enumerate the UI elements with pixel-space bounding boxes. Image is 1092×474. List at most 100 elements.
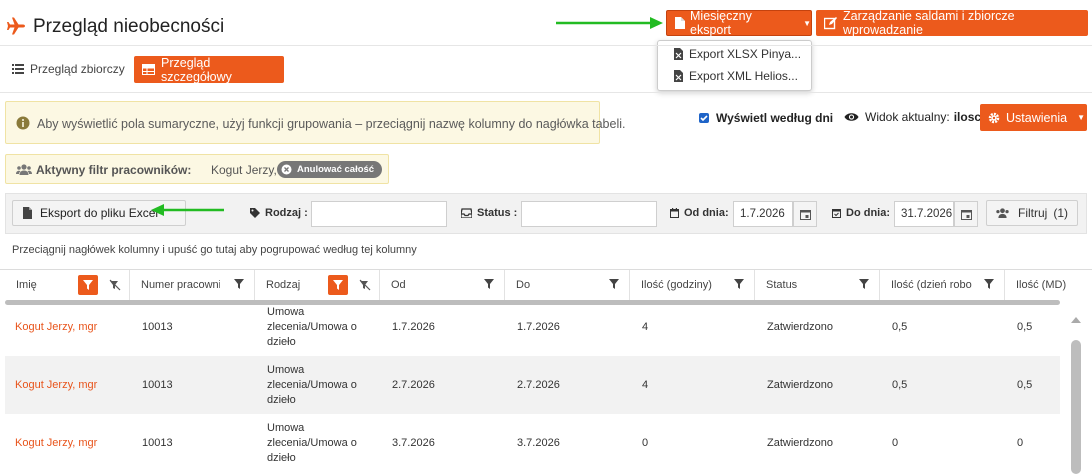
status-cell: Zatwierdzono: [767, 321, 834, 333]
filter-count: (1): [1053, 206, 1069, 220]
type-filter-label: Rodzaj :: [265, 207, 308, 219]
column-header-md[interactable]: Ilość (MD): [1005, 270, 1067, 300]
employee-name-link[interactable]: Kogut Jerzy, mgr: [15, 436, 97, 451]
to-date-cell: 1.7.2026: [517, 321, 560, 333]
column-header-label: Do: [516, 279, 531, 291]
divider: [0, 92, 1092, 93]
column-header-label: Numer pracowni...: [141, 279, 220, 291]
column-header-to[interactable]: Do: [505, 270, 630, 300]
column-header-label: Rodzaj: [266, 279, 301, 291]
column-header-label: Status: [766, 279, 798, 291]
hours-cell: 4: [642, 379, 649, 391]
column-header-label: Ilość (godziny): [641, 279, 712, 291]
cancel-all-button[interactable]: Anulować całość: [277, 161, 383, 178]
filter-active-icon[interactable]: [78, 275, 98, 295]
clear-filter-icon[interactable]: [109, 279, 121, 291]
filter-active-icon[interactable]: [328, 275, 348, 295]
employee-number-cell: 10013: [142, 379, 173, 391]
workdays-cell: 0,5: [892, 321, 908, 333]
column-header-hours[interactable]: Ilość (godziny): [630, 270, 755, 300]
export-dropdown-menu: Export XLSX Pinya... Export XML Helios..…: [657, 40, 812, 91]
table-row[interactable]: Kogut Jerzy, mgr 10013 Umowa zlecenia/Um…: [5, 306, 1060, 356]
show-by-days-label: Wyświetl według dni: [716, 111, 834, 125]
status-cell: Zatwierdzono: [767, 379, 834, 391]
filter-icon[interactable]: [734, 279, 744, 289]
eye-icon: [844, 112, 859, 122]
status-filter-label: Status :: [477, 207, 518, 219]
filter-icon[interactable]: [609, 279, 619, 289]
absence-type-cell: Umowa zlecenia/Umowa o dzieło: [267, 422, 357, 464]
to-date-cell: 2.7.2026: [517, 379, 560, 391]
table-row[interactable]: Kogut Jerzy, mgr 10013 Umowa zlecenia/Um…: [5, 414, 1060, 474]
absence-type-cell: Umowa zlecenia/Umowa o dzieło: [267, 306, 357, 348]
filter-icon[interactable]: [234, 279, 244, 289]
cancel-all-label: Anulować całość: [297, 164, 375, 175]
plane-icon: [6, 16, 26, 36]
employee-name-link[interactable]: Kogut Jerzy, mgr: [15, 378, 97, 393]
type-filter-input[interactable]: [311, 201, 447, 227]
saldo-management-button[interactable]: Zarządzanie saldami i zbiorcze wprowadza…: [816, 9, 1088, 37]
column-header-name[interactable]: Imię: [5, 270, 130, 300]
filter-icon[interactable]: [859, 279, 869, 289]
date-from-label-wrap: Od dnia:: [670, 207, 729, 219]
status-filter-label-wrap: Status :: [461, 207, 517, 219]
file-icon: [675, 17, 685, 29]
calendar-icon: [799, 209, 811, 220]
export-xlsx-label: Export XLSX Pinya...: [689, 47, 802, 61]
tag-icon: [250, 208, 260, 218]
filter-employees-button[interactable]: Filtruj (1): [986, 200, 1078, 226]
current-view-value: ilosc: [953, 110, 982, 124]
status-filter-input[interactable]: [521, 201, 657, 227]
calendar-check-icon: [832, 208, 841, 218]
tab-detailed[interactable]: Przegląd szczegółowy: [134, 55, 284, 84]
export-xml-item[interactable]: Export XML Helios...: [674, 69, 798, 83]
from-date-cell: 3.7.2026: [392, 437, 435, 449]
info-icon: [16, 116, 30, 130]
date-to-picker-button[interactable]: [954, 201, 978, 227]
current-view-label: Widok aktualny:: [865, 110, 950, 124]
date-to-label: Do dnia:: [846, 207, 890, 219]
divider: [0, 45, 1092, 46]
column-header-from[interactable]: Od: [380, 270, 505, 300]
column-header-label: Ilość (MD): [1016, 279, 1067, 291]
column-header-workdays[interactable]: Ilość (dzień robo...: [880, 270, 1005, 300]
date-to-label-wrap: Do dnia:: [832, 207, 890, 219]
tab-detailed-label: Przegląd szczegółowy: [161, 55, 232, 84]
show-by-days-checkbox[interactable]: Wyświetl według dni: [699, 111, 833, 125]
active-filter-label: Aktywny filtr pracowników:: [36, 163, 192, 177]
md-cell: 0,5: [1017, 321, 1033, 333]
column-header-number[interactable]: Numer pracowni...: [130, 270, 255, 300]
group-drop-zone[interactable]: Przeciągnij nagłówek kolumny i upuść go …: [12, 244, 417, 256]
date-from-label: Od dnia:: [684, 207, 729, 219]
scroll-up-arrow-icon[interactable]: [1071, 317, 1081, 323]
filter-icon[interactable]: [984, 279, 994, 289]
saldo-management-label: Zarządzanie saldami i zbiorcze wprowadza…: [843, 9, 1015, 37]
info-text: Aby wyświetlić pola sumaryczne, użyj fun…: [37, 117, 626, 131]
column-header-type[interactable]: Rodzaj: [255, 270, 380, 300]
column-header-status[interactable]: Status: [755, 270, 880, 300]
horizontal-scrollbar[interactable]: [5, 300, 1060, 305]
hours-cell: 0: [642, 437, 649, 449]
date-from-input[interactable]: 1.7.2026: [733, 201, 793, 227]
settings-label: Ustawienia: [1006, 110, 1068, 125]
type-filter-label-wrap: Rodzaj :: [250, 207, 308, 219]
tab-summary[interactable]: Przegląd zbiorczy: [12, 62, 125, 76]
employee-name-link[interactable]: Kogut Jerzy, mgr: [15, 320, 97, 335]
export-excel-label: Eksport do pliku Excel: [40, 206, 159, 220]
export-xlsx-item[interactable]: Export XLSX Pinya...: [674, 47, 801, 61]
excel-file-icon: [674, 70, 683, 82]
date-to-input[interactable]: 31.7.2026: [894, 201, 954, 227]
workdays-cell: 0,5: [892, 379, 908, 391]
date-from-picker-button[interactable]: [793, 201, 817, 227]
employee-number-cell: 10013: [142, 437, 173, 449]
gear-icon: [988, 112, 1000, 124]
info-alert: Aby wyświetlić pola sumaryczne, użyj fun…: [5, 101, 625, 144]
vertical-scrollbar[interactable]: [1071, 340, 1081, 474]
settings-button[interactable]: Ustawienia ▼: [980, 104, 1087, 131]
annotation-arrow-icon: [150, 203, 224, 217]
table-row[interactable]: Kogut Jerzy, mgr 10013 Umowa zlecenia/Um…: [5, 356, 1060, 414]
clear-filter-icon[interactable]: [359, 279, 371, 291]
monthly-export-button[interactable]: Miesięczny eksport ▼: [666, 9, 812, 37]
from-date-cell: 2.7.2026: [392, 379, 435, 391]
filter-icon[interactable]: [484, 279, 494, 289]
